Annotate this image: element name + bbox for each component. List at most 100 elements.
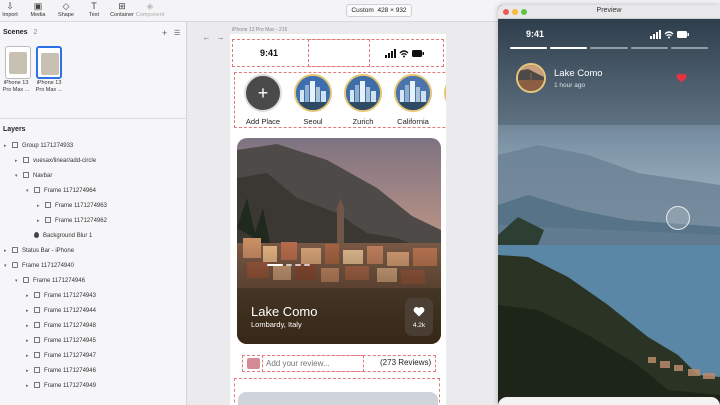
- layer-twisty-icon[interactable]: ▸: [4, 140, 12, 152]
- layer-item[interactable]: ▾ Navbar: [15, 170, 52, 182]
- container-icon: ⊞: [118, 1, 126, 11]
- layer-item[interactable]: ▾ Frame 1171274964: [26, 185, 96, 197]
- place-card[interactable]: Lake Como Lombardy, Italy 4.2k: [237, 138, 441, 344]
- layer-twisty-icon[interactable]: ▸: [26, 365, 34, 377]
- add-place-story[interactable]: + Add Place: [241, 74, 285, 126]
- toolbar-item-label: Shape: [58, 12, 74, 18]
- layer-twisty-icon[interactable]: ▸: [4, 245, 12, 257]
- story-progress-segment: [590, 47, 628, 49]
- frame-layer-icon: [45, 202, 51, 208]
- layer-twisty-icon[interactable]: ▸: [37, 200, 45, 212]
- frame-layer-icon: [23, 157, 29, 163]
- layer-twisty-icon[interactable]: ▸: [26, 305, 34, 317]
- preview-place-avatar[interactable]: [516, 63, 546, 93]
- heart-icon: [413, 307, 425, 317]
- layer-twisty-icon[interactable]: ▾: [4, 260, 12, 272]
- status-time: 9:41: [260, 48, 279, 58]
- layer-item[interactable]: ▸ Group 1171274933: [4, 140, 73, 152]
- layer-item[interactable]: ▸ Frame 1171274948: [26, 320, 96, 332]
- layer-item[interactable]: ▸ Frame 1171274943: [26, 290, 96, 302]
- layer-name: Frame 1171274944: [44, 308, 96, 314]
- layer-name: Navbar: [33, 173, 53, 179]
- layer-twisty-icon[interactable]: ▸: [26, 290, 34, 302]
- story-item[interactable]: California: [391, 74, 435, 126]
- preview-bottom-sheet[interactable]: [498, 397, 720, 405]
- layer-item[interactable]: ▸ Frame 1171274944: [26, 305, 96, 317]
- review-input[interactable]: [266, 358, 361, 369]
- add-scene-icon[interactable]: +: [162, 28, 167, 38]
- preview-heart-icon[interactable]: [676, 73, 687, 83]
- story-item[interactable]: Zurich: [341, 74, 385, 126]
- story-label: Zurich: [352, 117, 374, 126]
- layer-twisty-icon[interactable]: ▸: [26, 380, 34, 392]
- story-label: Seoul: [303, 117, 323, 126]
- forward-arrow-icon[interactable]: →: [214, 32, 227, 43]
- layer-twisty-icon[interactable]: ▸: [15, 155, 23, 167]
- frame-layer-icon: [34, 337, 40, 343]
- blur-layer-icon: [34, 232, 39, 238]
- layer-twisty-icon[interactable]: ▾: [26, 185, 34, 197]
- status-icons: [385, 49, 424, 58]
- device-dimensions: 428 × 932: [377, 7, 407, 14]
- layer-item[interactable]: ▸ Frame 1171274947: [26, 350, 96, 362]
- like-button[interactable]: 4.2k: [405, 298, 433, 336]
- layer-name: Frame 1171274949: [44, 383, 96, 389]
- preview-title: Preview: [596, 7, 622, 14]
- scene-thumbnail-1[interactable]: [5, 46, 31, 79]
- frame-layer-icon: [34, 307, 40, 313]
- toolbar-component-button[interactable]: ◈ Component: [134, 1, 166, 18]
- story-thumbnail: [344, 74, 382, 112]
- story-thumbnail: [444, 74, 446, 112]
- reviewer-avatar: [247, 358, 260, 369]
- layer-item[interactable]: ▸ Frame 1171274945: [26, 335, 96, 347]
- toolbar-item-label: Media: [30, 12, 46, 18]
- phone-frame[interactable]: 9:41 + Add Place Seoul Zurich California Cali…: [230, 34, 446, 405]
- frame-label: iPhone 13 Pro Max - 215: [232, 27, 288, 33]
- frame-layer-icon: [23, 172, 29, 178]
- story-progress-segment: [670, 47, 708, 49]
- back-arrow-icon[interactable]: ←: [200, 32, 213, 43]
- preview-time-ago: 1 hour ago: [554, 82, 586, 89]
- layer-name: Frame 1171274946: [33, 278, 85, 284]
- layer-twisty-icon[interactable]: ▸: [37, 215, 45, 227]
- layer-item[interactable]: ▸ Status Bar - iPhone: [4, 245, 74, 257]
- layer-twisty-icon[interactable]: ▾: [15, 275, 23, 287]
- card-title: Lake Como: [251, 304, 318, 319]
- story-thumbnail: [294, 74, 332, 112]
- scene-thumbnail-2[interactable]: [36, 46, 62, 79]
- layer-item[interactable]: ▸ vuesax/linear/add-circle: [15, 155, 96, 167]
- layer-twisty-icon[interactable]: ▾: [15, 170, 23, 182]
- frame-layer-icon: [34, 292, 40, 298]
- frame-layer-icon: [45, 217, 51, 223]
- card-subtitle: Lombardy, Italy: [251, 320, 302, 329]
- layer-item[interactable]: ▸ Frame 1171274963: [37, 200, 107, 212]
- layer-item[interactable]: ▸ Frame 1171274949: [26, 380, 96, 392]
- layer-item[interactable]: ▸ Frame 1171274946: [26, 365, 96, 377]
- layer-item[interactable]: ▾ Frame 1171274946: [15, 275, 85, 287]
- layer-item[interactable]: Background Blur 1: [26, 230, 92, 242]
- preview-touch-indicator[interactable]: [666, 206, 690, 230]
- review-count[interactable]: (273 Reviews): [380, 358, 431, 367]
- frame-layer-icon: [34, 322, 40, 328]
- scenes-count: 2: [33, 29, 38, 36]
- layer-name: Frame 1171274947: [44, 353, 96, 359]
- device-name: Custom: [351, 7, 374, 14]
- layer-twisty-icon[interactable]: ▸: [26, 350, 34, 362]
- preview-window[interactable]: Preview 9:41 Lake Como 1 hour ago: [498, 5, 720, 405]
- layer-name: Frame 1171274964: [44, 188, 96, 194]
- layer-twisty-icon[interactable]: ▸: [26, 335, 34, 347]
- story-item[interactable]: California: [441, 74, 446, 126]
- shape-icon: ◇: [62, 1, 70, 11]
- component-icon: ◈: [146, 1, 154, 11]
- layer-item[interactable]: ▸ Frame 1171274962: [37, 215, 107, 227]
- layers-heading: Layers: [3, 126, 26, 133]
- story-item[interactable]: Seoul: [291, 74, 335, 126]
- scene-label-2: iPhone 13 Pro Max ...: [35, 80, 63, 93]
- layer-item[interactable]: ▾ Frame 1171274940: [4, 260, 74, 272]
- device-size-selector[interactable]: Custom 428 × 932: [346, 4, 412, 17]
- scene-options-icon[interactable]: ☰: [174, 29, 180, 37]
- layer-name: Group 1171274933: [22, 143, 74, 149]
- layer-twisty-icon[interactable]: ▸: [26, 320, 34, 332]
- story-thumbnail: [394, 74, 432, 112]
- frame-layer-icon: [34, 382, 40, 388]
